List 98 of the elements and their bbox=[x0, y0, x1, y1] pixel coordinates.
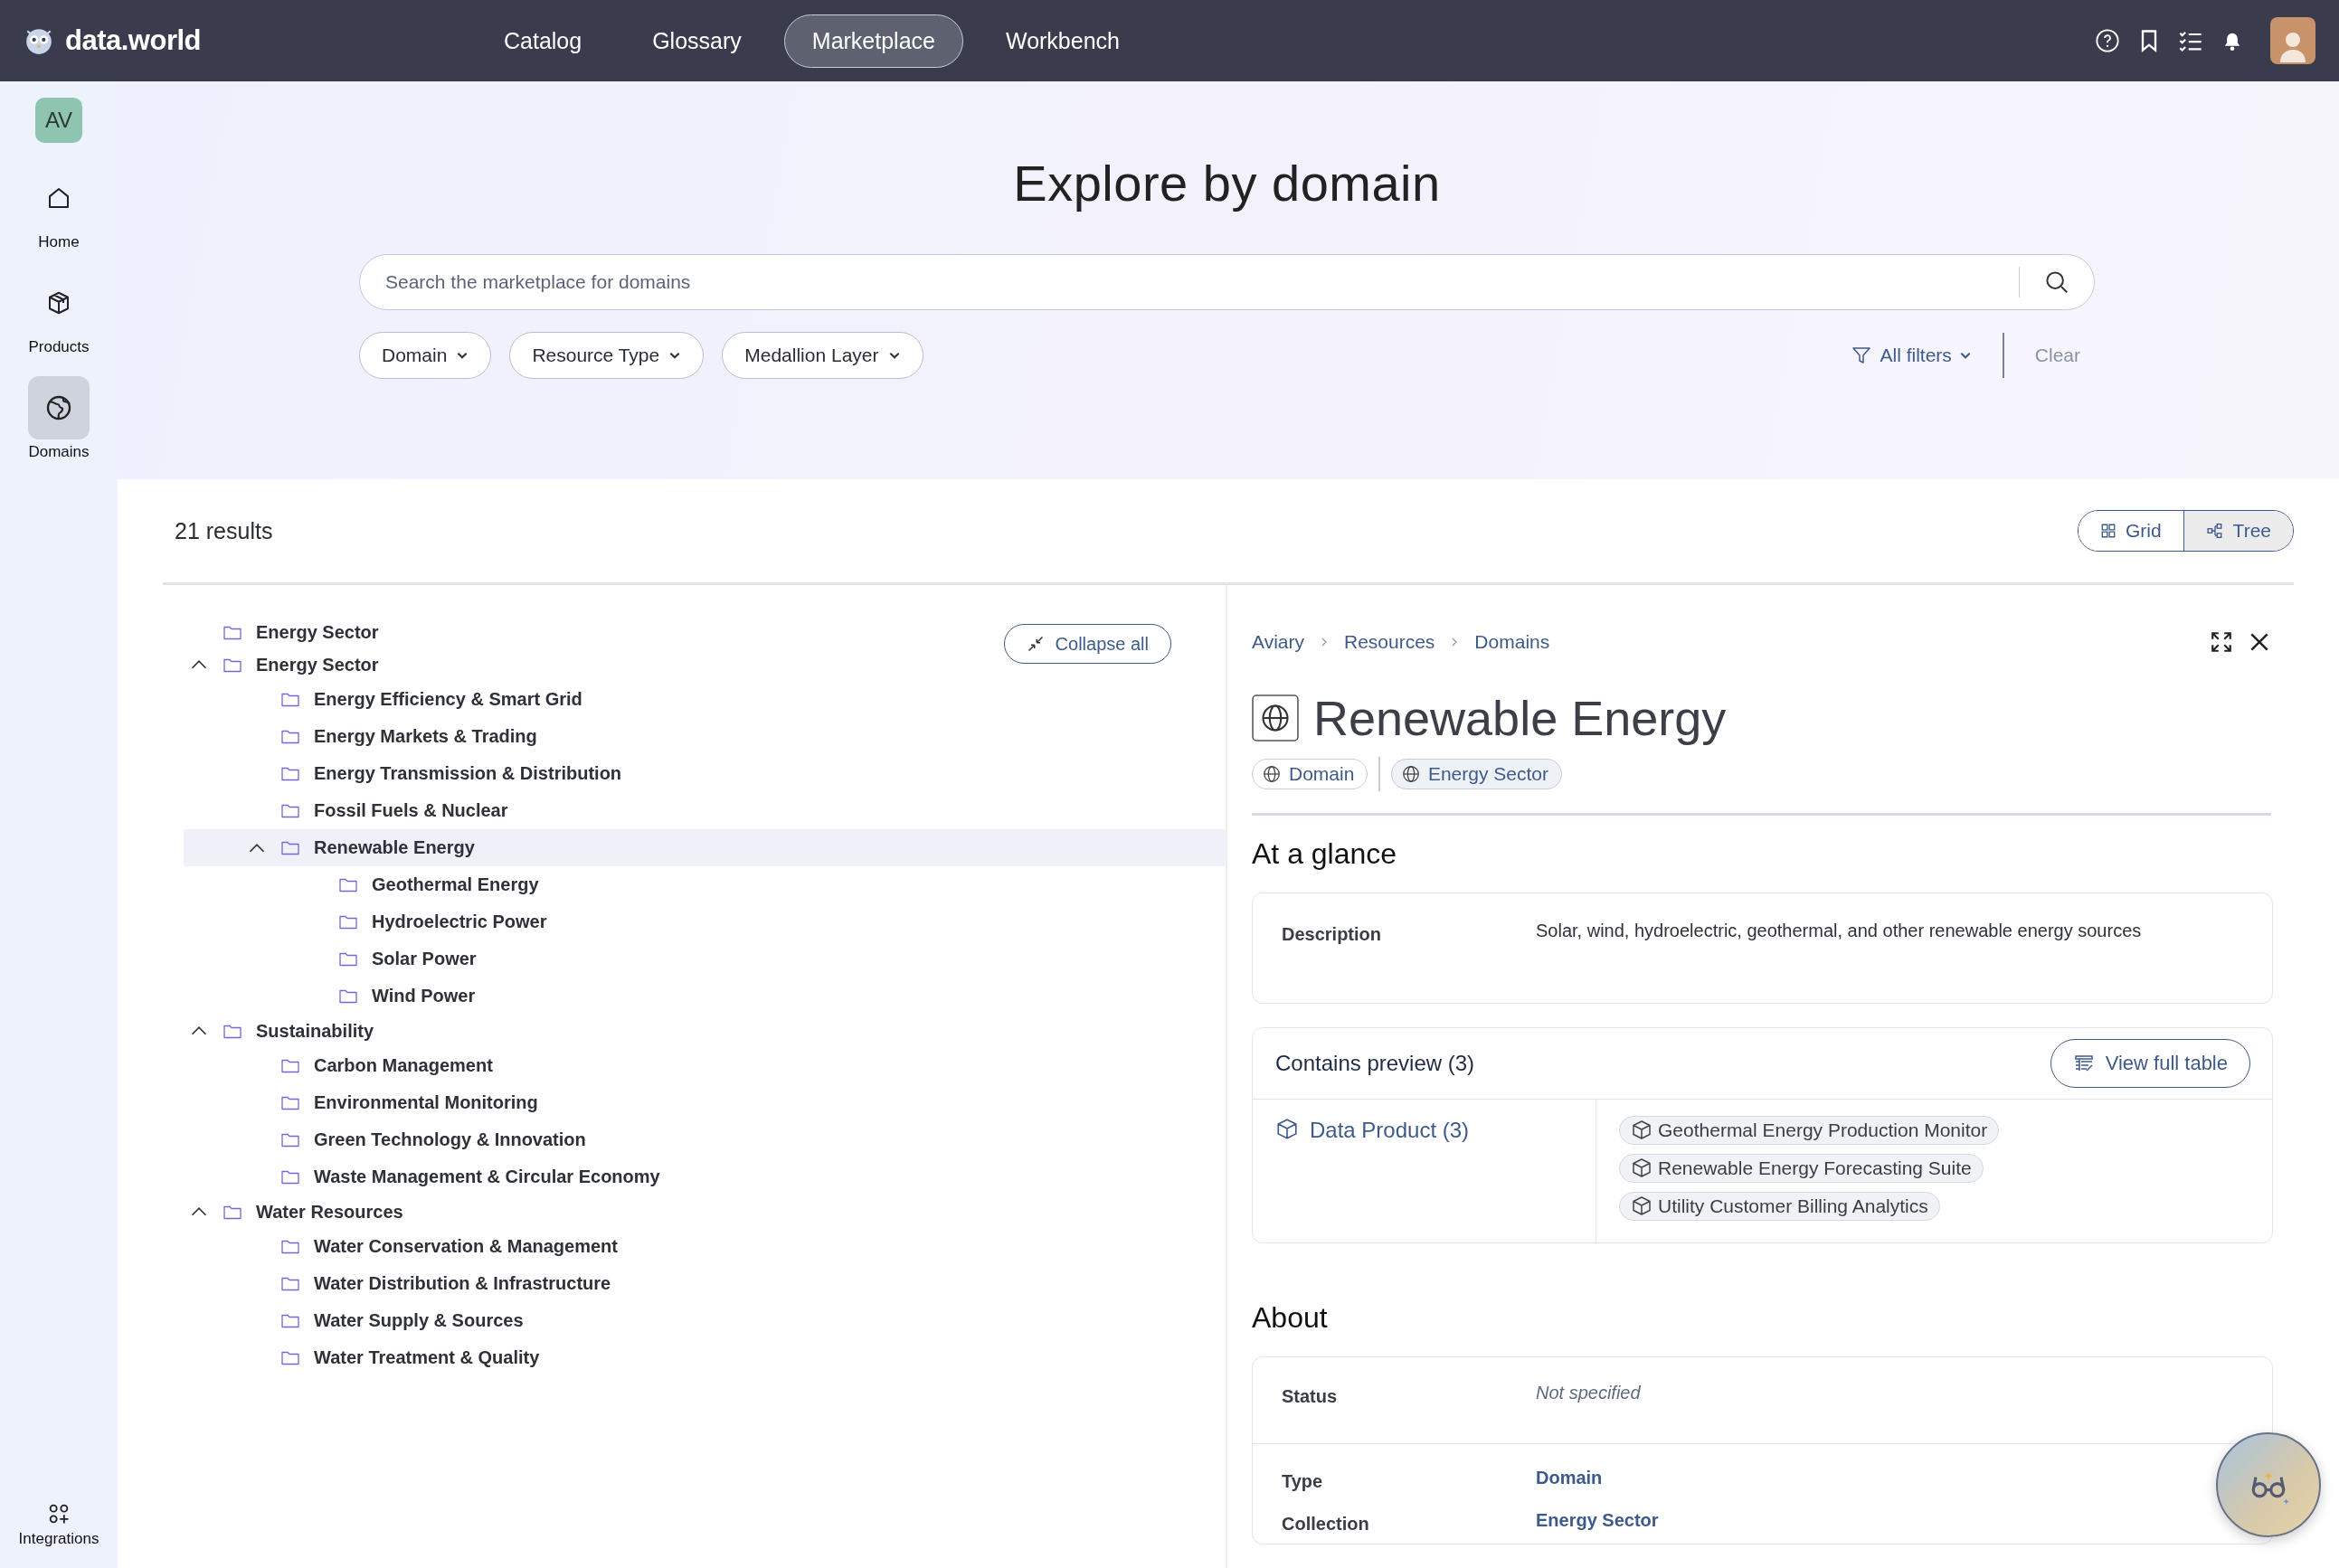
category-link[interactable]: Data Product (3) bbox=[1310, 1118, 1470, 1143]
tree-item[interactable]: Waste Management & Circular Economy bbox=[184, 1158, 660, 1195]
tree-item[interactable]: Renewable Energy bbox=[184, 829, 1226, 866]
tree-item[interactable]: Water Conservation & Management bbox=[184, 1228, 618, 1265]
detail-title: Renewable Energy bbox=[1313, 690, 1727, 746]
tree-item[interactable]: Water Resources bbox=[184, 1195, 403, 1228]
view-full-table-button[interactable]: View full table bbox=[2050, 1039, 2250, 1088]
preview-title: Contains preview (3) bbox=[1275, 1051, 1475, 1076]
data-product-chip[interactable]: Geothermal Energy Production Monitor bbox=[1619, 1116, 2000, 1145]
tree-item[interactable]: Fossil Fuels & Nuclear bbox=[184, 792, 508, 829]
folder-icon bbox=[281, 1095, 299, 1110]
folder-icon bbox=[281, 1169, 299, 1185]
collapse-icon bbox=[1026, 635, 1045, 653]
tree-item[interactable]: Geothermal Energy bbox=[184, 866, 539, 903]
filter-icon bbox=[1851, 345, 1873, 366]
tree-item[interactable]: Carbon Management bbox=[184, 1047, 493, 1084]
field-link[interactable]: Domain bbox=[1536, 1468, 1603, 1488]
tree-item[interactable]: Water Supply & Sources bbox=[184, 1302, 524, 1339]
folder-icon bbox=[223, 624, 241, 640]
tree-item[interactable]: Water Distribution & Infrastructure bbox=[184, 1265, 611, 1302]
search-field[interactable]: Search the marketplace for domains bbox=[359, 254, 2095, 310]
data-product-chip[interactable]: Utility Customer Billing Analytics bbox=[1619, 1192, 1940, 1221]
folder-icon bbox=[281, 1132, 299, 1148]
folder-icon bbox=[281, 803, 299, 818]
folder-icon bbox=[339, 951, 357, 967]
field-label: Type bbox=[1282, 1470, 1324, 1492]
view-option[interactable]: Tree bbox=[2183, 511, 2293, 551]
folder-icon bbox=[281, 1239, 299, 1254]
brand-name[interactable]: data.world bbox=[65, 24, 201, 57]
field-label: Description bbox=[1282, 923, 1383, 945]
folder-icon bbox=[223, 1023, 241, 1039]
globe-icon bbox=[1252, 694, 1299, 741]
folder-icon bbox=[223, 656, 241, 673]
globe-icon bbox=[1262, 764, 1282, 784]
workspace-badge[interactable]: AV bbox=[35, 98, 82, 143]
all-filters-button[interactable]: All filters bbox=[1845, 344, 1977, 367]
filter-dropdown[interactable]: Resource Type bbox=[509, 332, 705, 379]
field-value: Solar, wind, hydroelectric, geothermal, and other renewable energy sources bbox=[1536, 921, 2142, 941]
search-input[interactable]: Search the marketplace for domains bbox=[384, 270, 2004, 294]
sidebar-item[interactable]: Home bbox=[28, 166, 90, 251]
tree-item[interactable]: Energy Sector bbox=[184, 616, 379, 648]
user-avatar[interactable] bbox=[2270, 17, 2315, 64]
page-title: Explore by domain bbox=[1012, 154, 1442, 213]
folder-icon bbox=[281, 766, 299, 781]
tree-item[interactable]: Energy Transmission & Distribution bbox=[184, 755, 622, 792]
cube-icon bbox=[1631, 1119, 1652, 1141]
section-heading: About bbox=[1252, 1301, 1329, 1335]
folder-icon bbox=[281, 1313, 299, 1328]
data-product-chip[interactable]: Renewable Energy Forecasting Suite bbox=[1619, 1154, 1984, 1183]
nav-tab[interactable]: Marketplace bbox=[783, 14, 963, 68]
tree-item[interactable]: Hydroelectric Power bbox=[184, 903, 547, 940]
filter-dropdown[interactable]: Domain bbox=[359, 332, 492, 379]
filter-dropdown[interactable]: Medallion Layer bbox=[722, 332, 923, 379]
cube-icon bbox=[1631, 1195, 1652, 1217]
nav-tab[interactable]: Glossary bbox=[624, 14, 770, 68]
field-link[interactable]: Energy Sector bbox=[1536, 1510, 1659, 1531]
nav-tab[interactable]: Catalog bbox=[476, 14, 611, 68]
folder-icon bbox=[281, 1058, 299, 1073]
nav-tab[interactable]: Workbench bbox=[978, 14, 1148, 68]
folder-icon bbox=[281, 1276, 299, 1291]
collapse-all-button[interactable]: Collapse all bbox=[1003, 624, 1171, 664]
field-label: Collection bbox=[1282, 1513, 1370, 1535]
tree-item[interactable]: Solar Power bbox=[184, 940, 477, 978]
folder-icon bbox=[281, 729, 299, 744]
folder-icon bbox=[223, 1204, 241, 1220]
globe-icon bbox=[1400, 764, 1421, 784]
cube-icon bbox=[1631, 1157, 1652, 1179]
cube-icon bbox=[1275, 1118, 1299, 1141]
expand-icon[interactable] bbox=[2210, 630, 2233, 654]
help-icon[interactable] bbox=[2095, 28, 2120, 53]
globe-icon bbox=[44, 393, 73, 422]
field-value: Not specified bbox=[1536, 1383, 1641, 1403]
folder-icon bbox=[281, 692, 299, 707]
tree-icon bbox=[2205, 523, 2224, 539]
tree-item[interactable]: Energy Sector bbox=[184, 648, 379, 681]
results-count: 21 results bbox=[175, 517, 273, 544]
breadcrumb-link[interactable]: Resources bbox=[1343, 631, 1435, 653]
tree-item[interactable]: Sustainability bbox=[184, 1015, 374, 1047]
search-icon[interactable] bbox=[2043, 269, 2070, 296]
sidebar-item[interactable]: Products bbox=[28, 271, 90, 356]
tree-item[interactable]: Wind Power bbox=[184, 978, 476, 1015]
folder-icon bbox=[281, 840, 299, 855]
tag[interactable]: Energy Sector bbox=[1390, 759, 1562, 789]
tree-item[interactable]: Environmental Monitoring bbox=[184, 1084, 538, 1121]
tree-item[interactable]: Energy Markets & Trading bbox=[184, 718, 537, 755]
field-label: Status bbox=[1282, 1385, 1339, 1407]
tree-item[interactable]: Energy Efficiency & Smart Grid bbox=[184, 681, 582, 718]
folder-icon bbox=[339, 988, 357, 1004]
folder-icon bbox=[339, 877, 357, 893]
section-heading: At a glance bbox=[1252, 837, 1398, 871]
folder-icon bbox=[339, 914, 357, 930]
grid-icon bbox=[2099, 523, 2116, 539]
folder-icon bbox=[281, 1350, 299, 1365]
sidebar-item[interactable]: Integrations bbox=[18, 1501, 99, 1548]
breadcrumb-link[interactable]: Aviary bbox=[1252, 631, 1304, 653]
breadcrumb-link[interactable]: Domains bbox=[1474, 631, 1550, 653]
tree-item[interactable]: Green Technology & Innovation bbox=[184, 1121, 586, 1158]
tree-item[interactable]: Water Treatment & Quality bbox=[184, 1339, 540, 1376]
